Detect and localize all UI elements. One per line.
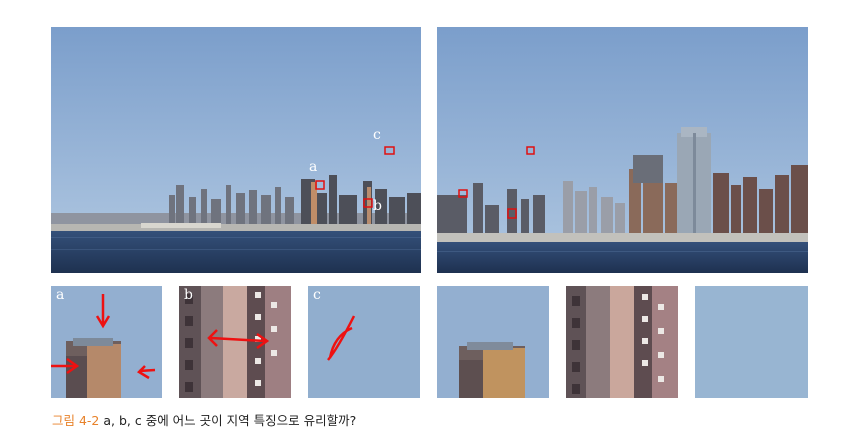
figure-label: 그림 4-2 xyxy=(52,413,100,428)
crop-c-sky: c xyxy=(308,286,420,398)
crop-label-c: c xyxy=(313,287,321,303)
crop-a-building-corner: a xyxy=(51,286,162,398)
crop-c-sky-right xyxy=(695,286,808,398)
crop-b-building-facade: b xyxy=(179,286,291,398)
point-label-b: b xyxy=(373,198,382,214)
crop-label-a: a xyxy=(56,287,65,303)
caption-text: a, b, c 중에 어느 곳이 지역 특징으로 유리할까? xyxy=(99,413,357,428)
right-skyline-photo xyxy=(437,27,808,273)
crop-b-building-facade-right xyxy=(566,286,678,398)
crop-a-building-corner-right xyxy=(437,286,549,398)
point-label-a: a xyxy=(309,159,318,175)
crop-label-b: b xyxy=(184,287,193,303)
left-skyline-photo: a b c xyxy=(51,27,421,273)
figure-caption: 그림 4-2 a, b, c 중에 어느 곳이 지역 특징으로 유리할까? xyxy=(52,410,356,429)
point-label-c: c xyxy=(373,127,381,143)
